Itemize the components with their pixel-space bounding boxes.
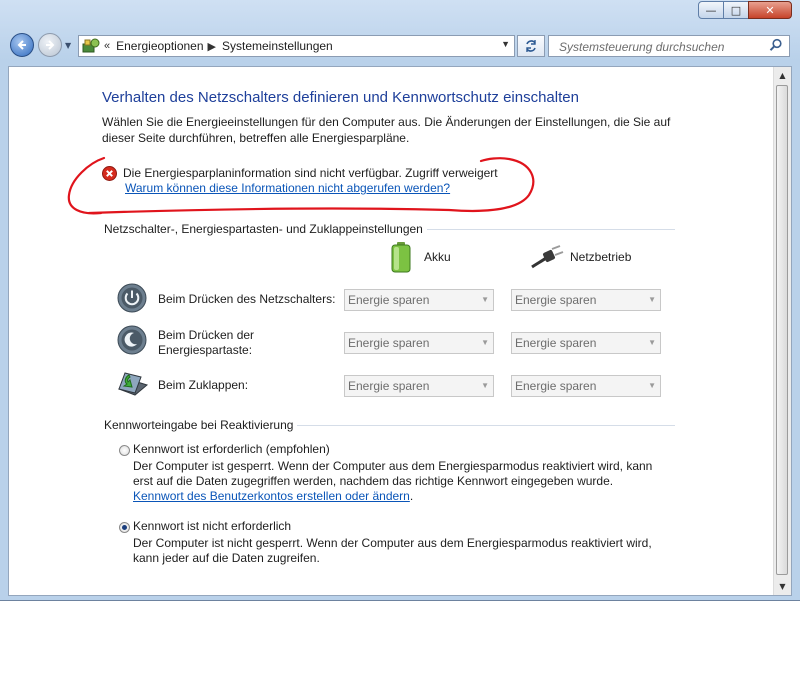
arrow-right-icon	[46, 40, 55, 50]
password-divider	[297, 425, 675, 426]
window-controls: — □ ✕	[698, 1, 792, 19]
scroll-down-arrow-icon[interactable]: ▼	[774, 578, 791, 595]
password-not-required-title[interactable]: Kennwort ist nicht erforderlich	[133, 519, 291, 533]
search-input[interactable]	[557, 37, 771, 57]
battery-icon	[391, 242, 411, 273]
arrow-left-icon	[17, 40, 26, 50]
password-link-row: Kennwort des Benutzerkontos erstellen od…	[133, 489, 663, 504]
breadcrumb-energieoptionen[interactable]: Energieoptionen	[116, 39, 203, 53]
refresh-button[interactable]	[517, 35, 545, 57]
password-required-desc-line2: erst auf die Daten zugegriffen werden, n…	[133, 474, 614, 488]
sleep-button-battery-select[interactable]: Energie sparen	[344, 332, 494, 354]
lid-close-label: Beim Zuklappen:	[158, 378, 249, 392]
chevron-right-icon[interactable]: ▶	[208, 40, 216, 53]
password-required-title[interactable]: Kennwort ist erforderlich (empfohlen)	[133, 442, 330, 456]
sleep-button-ac-select[interactable]: Energie sparen	[511, 332, 661, 354]
forward-button[interactable]	[38, 33, 62, 57]
search-icon[interactable]	[769, 38, 783, 52]
password-not-required-radio[interactable]	[119, 522, 130, 533]
link-suffix: .	[409, 489, 414, 503]
lid-close-battery-select[interactable]: Energie sparen	[344, 375, 494, 397]
red-annotation-circle	[67, 156, 535, 215]
sleep-button-label-line2: Energiespartaste:	[158, 343, 253, 357]
power-button-label: Beim Drücken des Netzschalters:	[158, 292, 336, 306]
control-panel-window: — □ ✕ ▼ « Energieoptionen ▶ Systemeinste…	[0, 0, 800, 601]
password-required-desc-line1: Der Computer ist gesperrt. Wenn der Comp…	[133, 459, 653, 473]
recent-pages-dropdown[interactable]: ▼	[65, 41, 71, 50]
maximize-button[interactable]: □	[723, 1, 749, 19]
address-bar[interactable]: « Energieoptionen ▶ Systemeinstellungen …	[78, 35, 515, 57]
column-header-ac: Netzbetrieb	[570, 250, 632, 264]
lid-close-ac-select[interactable]: Energie sparen	[511, 375, 661, 397]
search-box[interactable]	[548, 35, 790, 57]
settings-page: Verhalten des Netzschalters definieren u…	[9, 67, 775, 595]
title-bar[interactable]: — □ ✕	[0, 0, 800, 28]
close-button[interactable]: ✕	[748, 1, 792, 19]
navigation-bar: ▼ « Energieoptionen ▶ Systemeinstellunge…	[0, 30, 800, 62]
breadcrumb-systemeinstellungen[interactable]: Systemeinstellungen	[222, 39, 333, 53]
power-plug-icon	[531, 245, 564, 269]
power-button-battery-select[interactable]: Energie sparen	[344, 289, 494, 311]
laptop-lid-icon	[117, 372, 149, 396]
power-settings-heading: Netzschalter-, Energiespartasten- und Zu…	[104, 222, 423, 236]
password-heading: Kennworteingabe bei Reaktivierung	[104, 418, 294, 432]
scroll-up-arrow-icon[interactable]: ▲	[774, 67, 791, 84]
sleep-button-icon	[117, 325, 147, 355]
control-panel-icon	[82, 38, 100, 53]
scrollbar-thumb[interactable]	[776, 85, 788, 575]
power-settings-divider	[427, 229, 675, 230]
password-required-radio[interactable]	[119, 445, 130, 456]
refresh-icon	[526, 40, 536, 52]
user-account-password-link[interactable]: Kennwort des Benutzerkontos erstellen od…	[133, 489, 410, 503]
content-pane: Verhalten des Netzschalters definieren u…	[8, 66, 792, 596]
password-not-required-desc-line1: Der Computer ist nicht gesperrt. Wenn de…	[133, 536, 652, 550]
sleep-button-label-line1: Beim Drücken der	[158, 328, 255, 342]
vertical-scrollbar[interactable]: ▲ ▼	[773, 67, 791, 595]
minimize-button[interactable]: —	[698, 1, 724, 19]
back-button[interactable]	[10, 33, 34, 57]
column-header-battery: Akku	[424, 250, 451, 264]
breadcrumb-prefix[interactable]: «	[104, 40, 110, 52]
address-dropdown-icon[interactable]: ▼	[501, 39, 510, 49]
power-button-icon	[117, 283, 147, 313]
password-not-required-desc-line2: kann jeder auf die Daten zugreifen.	[133, 551, 320, 565]
blank-area	[0, 601, 800, 686]
power-button-ac-select[interactable]: Energie sparen	[511, 289, 661, 311]
